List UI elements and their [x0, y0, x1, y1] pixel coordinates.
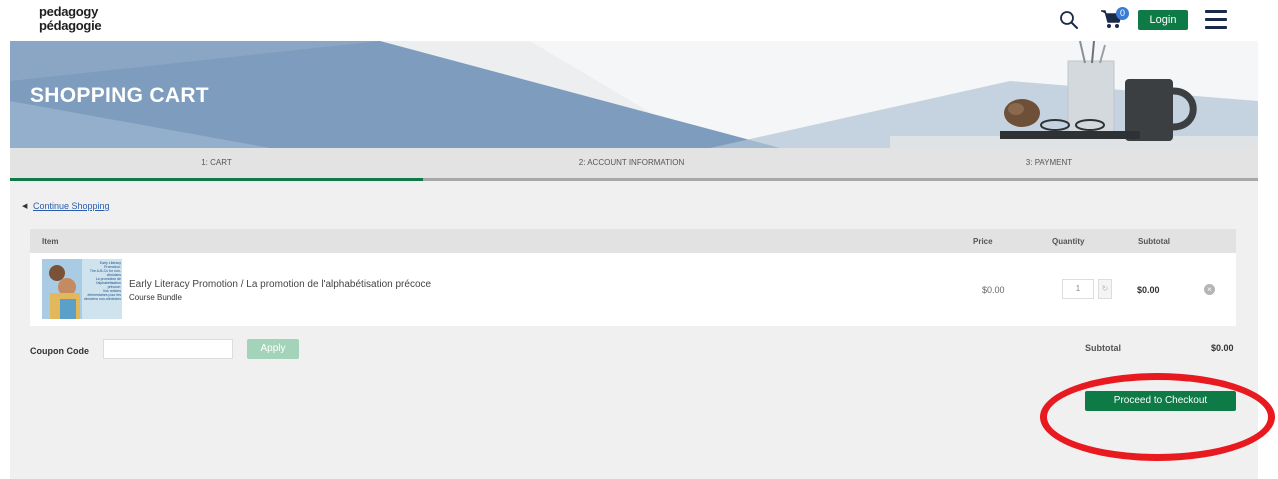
summary-subtotal-value: $0.00	[1211, 343, 1234, 353]
chevron-left-icon: ◀	[22, 203, 28, 210]
login-button[interactable]: Login	[1138, 10, 1188, 30]
summary-subtotal-label: Subtotal	[1085, 343, 1121, 353]
item-subtotal: $0.00	[1137, 285, 1160, 295]
checkout-steps: 1: CART 2: ACCOUNT INFORMATION 3: PAYMEN…	[10, 148, 1258, 181]
remove-item-icon[interactable]: ×	[1204, 284, 1215, 295]
cart-item-row: Early Literacy Promotion: The A-B-Cs for…	[30, 253, 1236, 326]
step-cart[interactable]: 1: CART	[10, 148, 423, 178]
step-account-information[interactable]: 2: ACCOUNT INFORMATION	[423, 148, 840, 178]
column-item: Item	[42, 237, 59, 246]
item-type: Course Bundle	[129, 293, 182, 302]
cart-table-header: Item Price Quantity Subtotal	[30, 229, 1236, 253]
page-title: SHOPPING CART	[30, 84, 209, 107]
apply-coupon-button[interactable]: Apply	[247, 339, 299, 359]
site-logo[interactable]: pedagogy pédagogie	[39, 4, 102, 33]
course-thumbnail[interactable]: Early Literacy Promotion: The A-B-Cs for…	[42, 259, 122, 319]
coupon-input[interactable]	[103, 339, 233, 359]
update-quantity-icon[interactable]: ↻	[1098, 279, 1112, 299]
proceed-to-checkout-button[interactable]: Proceed to Checkout	[1085, 391, 1236, 411]
item-title[interactable]: Early Literacy Promotion / La promotion …	[129, 279, 431, 290]
cart-content: ◀ Continue Shopping Item Price Quantity …	[10, 181, 1258, 479]
page-banner: SHOPPING CART	[10, 41, 1258, 148]
quantity-input[interactable]	[1062, 279, 1094, 299]
thumbnail-subtitle-en: The A-B-Cs for non-clinicians	[89, 269, 121, 277]
hamburger-menu-icon[interactable]	[1205, 10, 1227, 30]
step-payment[interactable]: 3: PAYMENT	[840, 148, 1258, 178]
column-price: Price	[973, 237, 993, 246]
site-header: pedagogy pédagogie 0 Login	[0, 0, 1278, 41]
search-icon[interactable]	[1058, 9, 1080, 31]
column-quantity: Quantity	[1052, 237, 1085, 246]
logo-line-english: pedagogy	[39, 4, 98, 19]
thumbnail-subtitle-fr: Vos notions élémentaires pour les clinic…	[83, 289, 121, 301]
coupon-label: Coupon Code	[30, 346, 89, 356]
cart-button[interactable]: 0	[1100, 7, 1129, 32]
thumbnail-title-fr: La promotion de l'alphabétisation précoc…	[95, 277, 121, 289]
logo-line-french: pédagogie	[39, 18, 102, 33]
cart-count-badge: 0	[1116, 7, 1129, 20]
item-price: $0.00	[982, 285, 1005, 295]
thumbnail-title-en: Early Literacy Promotion:	[99, 261, 121, 269]
column-subtotal: Subtotal	[1138, 237, 1170, 246]
continue-shopping-link[interactable]: Continue Shopping	[33, 201, 110, 211]
